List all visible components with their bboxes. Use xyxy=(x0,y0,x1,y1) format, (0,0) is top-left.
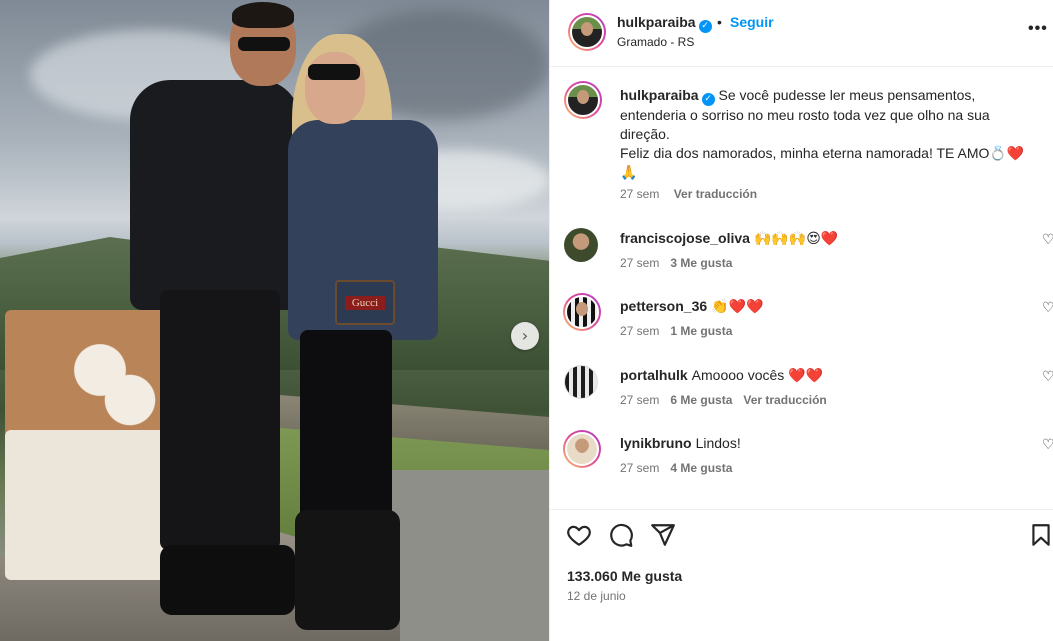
post-photo[interactable]: Gucci › xyxy=(0,0,549,641)
comment-likes[interactable]: 6 Me gusta xyxy=(670,393,732,407)
verified-icon: ✓ xyxy=(701,93,715,106)
comment-item: portalhulk Amoooo vocês ❤️❤️ 27 sem 6 Me g… xyxy=(550,365,1053,427)
photo-man-hair xyxy=(232,2,294,28)
photo-woman-legs xyxy=(300,330,392,540)
caption-body-line2: Feliz dia dos namorados, minha eterna na… xyxy=(620,145,1025,161)
verified-icon: ✓ xyxy=(698,20,712,33)
comment-item: petterson_36 👏❤️❤️ 27 sem 1 Me gusta ♡ xyxy=(550,293,1053,358)
bookmark-icon xyxy=(1032,524,1050,546)
post-date[interactable]: 12 de junio xyxy=(567,589,626,603)
comment-text: petterson_36 👏❤️❤️ xyxy=(620,298,763,315)
comment-age[interactable]: 27 sem xyxy=(620,256,659,270)
speech-bubble-icon xyxy=(610,523,633,547)
comment-icon[interactable] xyxy=(608,522,634,548)
comment-meta: 27 sem 3 Me gusta xyxy=(620,256,743,270)
caption-text: hulkparaiba ✓ Se você pudesse ler meus pe… xyxy=(620,86,1040,182)
paper-plane-icon xyxy=(651,524,675,546)
follow-button[interactable]: Seguir xyxy=(730,14,774,30)
comment-likes[interactable]: 3 Me gusta xyxy=(670,256,732,270)
post-location[interactable]: Gramado - RS xyxy=(617,35,694,49)
photo-woman-bag: Gucci xyxy=(335,280,395,325)
separator-dot: • xyxy=(717,14,722,30)
heart-icon xyxy=(567,525,591,546)
commenter-username[interactable]: franciscojose_oliva xyxy=(620,230,750,246)
photo-woman-sunglasses xyxy=(308,64,360,80)
commenter-username[interactable]: lynikbruno xyxy=(620,435,692,451)
commenter-username[interactable]: portalhulk xyxy=(620,367,688,383)
commenter-avatar[interactable] xyxy=(564,228,598,262)
comment-text: lynikbruno Lindos! xyxy=(620,435,741,451)
photo-cowhide xyxy=(60,330,160,430)
photo-man-legs xyxy=(160,290,280,550)
like-heart-icon[interactable] xyxy=(566,522,592,548)
comment-meta: 27 sem 6 Me gusta Ver traducción xyxy=(620,393,838,407)
comment-text: portalhulk Amoooo vocês ❤️❤️ xyxy=(620,367,823,384)
avatar-image xyxy=(566,83,600,117)
post-side-panel: hulkparaiba ✓ • Seguir Gramado - RS ••• h… xyxy=(549,0,1053,641)
photo-man-shoes xyxy=(160,545,295,615)
more-options-icon[interactable]: ••• xyxy=(1028,20,1048,38)
comment-meta: 27 sem 4 Me gusta xyxy=(620,461,743,475)
comment-body: 👏❤️❤️ xyxy=(711,298,764,314)
caption-author-avatar[interactable] xyxy=(564,81,602,119)
photo-man-sunglasses xyxy=(238,37,290,51)
bag-label: Gucci xyxy=(345,296,385,310)
caption-meta: 27 sem Ver traducción xyxy=(620,187,757,201)
like-comment-heart-icon[interactable]: ♡ xyxy=(1042,300,1053,316)
author-username-text[interactable]: hulkparaiba xyxy=(617,14,696,30)
photo-man-body xyxy=(130,80,300,310)
post-header: hulkparaiba ✓ • Seguir Gramado - RS ••• xyxy=(550,0,1053,67)
commenter-avatar[interactable] xyxy=(563,293,601,331)
commenter-username[interactable]: petterson_36 xyxy=(620,298,707,314)
avatar-image xyxy=(565,295,599,329)
author-avatar[interactable] xyxy=(568,13,606,51)
like-comment-heart-icon[interactable]: ♡ xyxy=(1042,437,1053,453)
like-comment-heart-icon[interactable]: ♡ xyxy=(1042,232,1053,248)
like-comment-heart-icon[interactable]: ♡ xyxy=(1042,369,1053,385)
comment-meta: 27 sem 1 Me gusta xyxy=(620,324,743,338)
avatar-image xyxy=(570,15,604,49)
photo-woman-face xyxy=(305,52,365,124)
author-username[interactable]: hulkparaiba ✓ xyxy=(617,14,712,33)
comment-body: Amoooo vocês ❤️❤️ xyxy=(691,367,824,383)
comment-age[interactable]: 27 sem xyxy=(620,324,659,338)
commenter-avatar[interactable] xyxy=(563,430,601,468)
caption-body-line3: 🙏 xyxy=(620,164,638,180)
avatar-image xyxy=(565,432,599,466)
photo-woman-boots xyxy=(295,510,400,630)
commenter-avatar[interactable] xyxy=(564,365,598,399)
comment-body: 🙌🙌🙌😍❤️ xyxy=(753,230,839,246)
share-icon[interactable] xyxy=(650,522,676,548)
comment-likes[interactable]: 1 Me gusta xyxy=(670,324,732,338)
comment-age[interactable]: 27 sem xyxy=(620,461,659,475)
likes-count[interactable]: 133.060 Me gusta xyxy=(567,568,682,584)
save-bookmark-icon[interactable] xyxy=(1028,522,1053,548)
comment-item: lynikbruno Lindos! 27 sem 4 Me gusta ♡ xyxy=(550,430,1053,495)
comment-text: franciscojose_oliva 🙌🙌🙌😍❤️ xyxy=(620,230,838,247)
see-translation-button[interactable]: Ver traducción xyxy=(674,187,757,201)
comment-likes[interactable]: 4 Me gusta xyxy=(670,461,732,475)
caption-age[interactable]: 27 sem xyxy=(620,187,659,201)
next-photo-button[interactable]: › xyxy=(511,322,539,350)
post-actions: 133.060 Me gusta 12 de junio xyxy=(550,509,1053,641)
caption-username[interactable]: hulkparaiba xyxy=(620,87,699,103)
see-translation-button[interactable]: Ver traducción xyxy=(743,393,826,407)
comment-age[interactable]: 27 sem xyxy=(620,393,659,407)
photo-gravel xyxy=(380,470,549,641)
comment-item: franciscojose_oliva 🙌🙌🙌😍❤️ 27 sem 3 Me gus… xyxy=(550,228,1053,290)
comment-body: Lindos! xyxy=(695,435,741,451)
